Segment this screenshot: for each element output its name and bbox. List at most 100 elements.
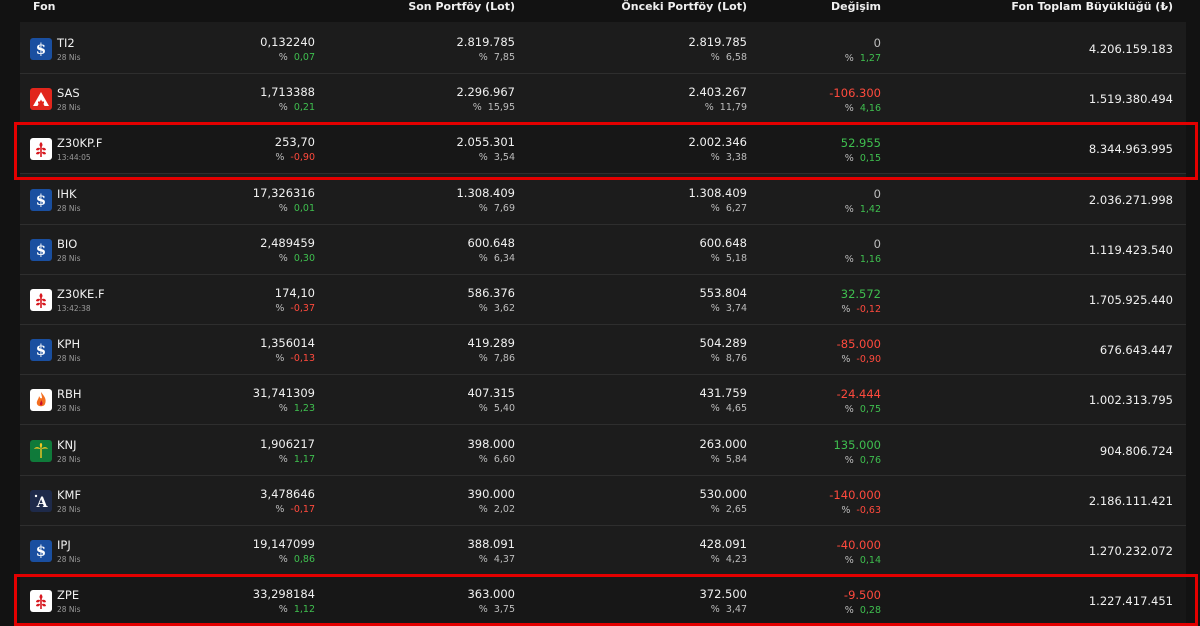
degisim-value: -40.000 bbox=[836, 538, 881, 552]
degisim-value: 32.572 bbox=[840, 287, 881, 301]
fon-toplam-value: 1.119.423.540 bbox=[1088, 242, 1173, 257]
fund-code[interactable]: TI2 bbox=[57, 36, 75, 50]
palm-icon bbox=[30, 439, 52, 462]
son-portfoy-pct: % 6,34 bbox=[478, 252, 515, 264]
degisim-value: -140.000 bbox=[829, 487, 881, 502]
svg-text:$: $ bbox=[36, 40, 46, 58]
degisim-pct: % 1,42 bbox=[844, 203, 881, 215]
table-row[interactable]: $ IPJ 28 Nis 19,147099% 0,86 388.091% 4,37 42… bbox=[20, 526, 1186, 576]
fund-code[interactable]: KNJ bbox=[57, 438, 77, 452]
fon-toplam-value: 1.002.313.795 bbox=[1088, 393, 1173, 408]
fund-price: 1,906217 bbox=[260, 436, 315, 451]
fund-code[interactable]: SAS bbox=[57, 86, 80, 100]
fund-price: 174,10 bbox=[274, 286, 315, 300]
fund-code[interactable]: BIO bbox=[57, 237, 77, 251]
fund-code[interactable]: IPJ bbox=[57, 538, 71, 552]
degisim-pct: % 0,14 bbox=[844, 555, 881, 566]
fund-price: 17,326316 bbox=[252, 185, 315, 200]
degisim-pct: % 0,75 bbox=[844, 404, 881, 416]
table-row[interactable]: SAS 28 Nis 1,713388% 0,21 2.296.967% 15,95 2… bbox=[20, 74, 1186, 125]
son-portfoy-pct: % 3,75 bbox=[478, 604, 515, 616]
fund-date: 28 Nis bbox=[57, 53, 81, 62]
table-header: Fon Son Portföy (Lot) Önceki Portföy (Lo… bbox=[20, 0, 1186, 22]
degisim-value: 52.955 bbox=[840, 136, 881, 151]
fund-date: 28 Nis bbox=[57, 454, 81, 464]
fund-date: 28 Nis bbox=[57, 103, 81, 113]
isbank-icon: $ bbox=[30, 188, 52, 211]
header-son-portfoy[interactable]: Son Portföy (Lot) bbox=[315, 0, 515, 18]
son-portfoy-value: 600.648 bbox=[467, 235, 515, 250]
table-row[interactable]: Z30KE.F 13:42:38 174,10 % -0,37 586.376 % 3,6… bbox=[20, 275, 1186, 325]
degisim-pct: % 0,76 bbox=[844, 454, 881, 466]
fund-price: 31,741309 bbox=[252, 386, 315, 401]
fon-toplam-value: 8.344.963.995 bbox=[1088, 142, 1173, 157]
son-portfoy-pct: % 6,60 bbox=[478, 453, 515, 465]
fon-toplam-value: 1.227.417.451 bbox=[1088, 594, 1173, 609]
fund-date: 28 Nis bbox=[57, 354, 81, 364]
fund-code[interactable]: KPH bbox=[57, 337, 80, 351]
fund-code[interactable]: IHK bbox=[57, 187, 77, 201]
fund-price: 253,70 bbox=[274, 135, 315, 150]
fund-price-change: % -0,37 bbox=[275, 303, 315, 314]
table-row[interactable]: A KMF 28 Nis 3,478646% -0,17 390.000% 2,02 53… bbox=[20, 475, 1186, 526]
degisim-value: -24.444 bbox=[836, 387, 881, 402]
son-portfoy-value: 390.000 bbox=[467, 486, 515, 501]
fund-code[interactable]: ZPE bbox=[57, 588, 79, 602]
son-portfoy-value: 586.376 bbox=[467, 286, 515, 300]
fon-toplam-value: 1.519.380.494 bbox=[1088, 92, 1173, 107]
fund-price-change: % 0,86 bbox=[278, 554, 315, 565]
table-row[interactable]: $ TI2 28 Nis 0,132240% 0,07 2.819.785% 7,85 2… bbox=[20, 24, 1186, 74]
fund-price-change: % -0,13 bbox=[275, 353, 315, 365]
degisim-pct: % -0,12 bbox=[841, 304, 881, 315]
fund-price: 19,147099 bbox=[252, 537, 315, 551]
header-fon[interactable]: Fon bbox=[33, 0, 55, 18]
isbank-icon: $ bbox=[30, 540, 52, 562]
son-portfoy-value: 407.315 bbox=[467, 386, 515, 401]
fon-toplam-value: 1.270.232.072 bbox=[1088, 544, 1173, 558]
fund-code[interactable]: Z30KP.F bbox=[57, 136, 102, 150]
fund-price: 33,298184 bbox=[252, 587, 315, 602]
fund-code[interactable]: RBH bbox=[57, 387, 82, 401]
fund-price-change: % 0,21 bbox=[278, 102, 315, 114]
svg-text:$: $ bbox=[36, 191, 46, 209]
table-row[interactable]: RBH 28 Nis 31,741309% 1,23 407.315% 5,40 431… bbox=[20, 375, 1186, 426]
degisim-value: 0 bbox=[873, 186, 881, 201]
fund-date: 28 Nis bbox=[57, 555, 81, 564]
fund-price: 0,132240 bbox=[260, 35, 315, 49]
fund-date: 28 Nis bbox=[57, 504, 81, 514]
fund-code[interactable]: Z30KE.F bbox=[57, 287, 105, 301]
son-portfoy-pct: % 2,02 bbox=[478, 503, 515, 515]
fund-code[interactable]: KMF bbox=[57, 488, 81, 502]
fund-date: 28 Nis bbox=[57, 605, 81, 615]
table-row[interactable]: $ BIO 28 Nis 2,489459% 0,30 600.648% 6,34 600… bbox=[20, 224, 1186, 275]
fund-date: 13:44:05 bbox=[57, 153, 91, 163]
header-fon-toplam[interactable]: Fon Toplam Büyüklüğü (₺) bbox=[973, 0, 1173, 18]
fund-price-change: % -0,17 bbox=[275, 503, 315, 515]
fund-table: Fon Son Portföy (Lot) Önceki Portföy (Lo… bbox=[20, 0, 1186, 626]
degisim-pct: % -0,90 bbox=[841, 354, 881, 366]
degisim-value: 0 bbox=[873, 36, 881, 50]
fon-toplam-value: 904.806.724 bbox=[1099, 443, 1173, 458]
son-portfoy-pct: % 5,40 bbox=[478, 403, 515, 415]
degisim-pct: % 0,28 bbox=[844, 605, 881, 617]
letter-a-icon: A bbox=[30, 489, 52, 512]
degisim-pct: % 4,16 bbox=[844, 103, 881, 115]
table-row[interactable]: $ KPH 28 Nis 1,356014% -0,13 419.289% 7,86 50… bbox=[20, 325, 1186, 376]
akbank-icon bbox=[30, 88, 52, 111]
fon-toplam-value: 1.705.925.440 bbox=[1088, 293, 1173, 307]
table-row[interactable]: KNJ 28 Nis 1,906217% 1,17 398.000% 6,60 263.… bbox=[20, 425, 1186, 476]
table-row[interactable]: ZPE 28 Nis 33,298184% 1,12 363.000% 3,75 372… bbox=[20, 576, 1186, 626]
header-degisim[interactable]: Değişim bbox=[681, 0, 881, 18]
son-portfoy-value: 1.308.409 bbox=[456, 185, 515, 200]
ziraat-icon bbox=[30, 590, 52, 613]
fund-price-change: % 1,23 bbox=[278, 403, 315, 415]
fund-date: 28 Nis bbox=[57, 253, 81, 263]
ziraat-icon bbox=[30, 289, 52, 311]
table-row[interactable]: Z30KP.F 13:44:05 253,70 % -0,90 2.055.301 % 3… bbox=[20, 124, 1186, 175]
fund-price-change: % 0,07 bbox=[278, 52, 315, 63]
degisim-value: -85.000 bbox=[836, 337, 881, 352]
fund-price: 1,356014 bbox=[260, 336, 315, 351]
isbank-icon: $ bbox=[30, 339, 52, 362]
table-row[interactable]: $ IHK 28 Nis 17,326316 % 0,01 1.308.409 % 7,69… bbox=[20, 174, 1186, 225]
son-portfoy-value: 398.000 bbox=[467, 436, 515, 451]
